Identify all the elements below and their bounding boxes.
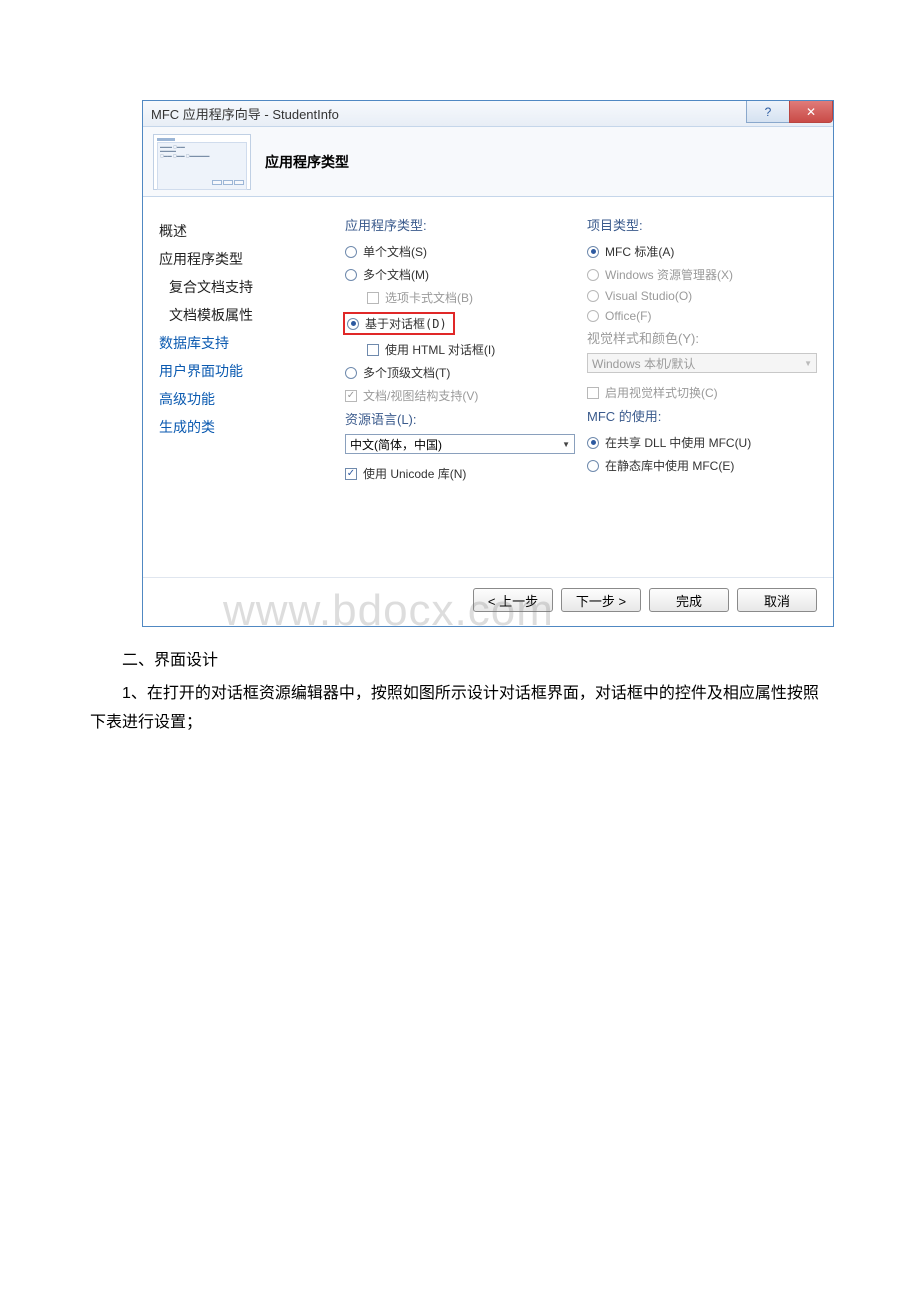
radio-icon (345, 269, 357, 281)
wizard-header: ▬▬▬ ▢▬▬▬▬▬▬▢▬▬ ▢▬▬ ▢▬▬▬▬▬ 应用程序类型 (143, 127, 833, 197)
wizard-dialog: MFC 应用程序向导 - StudentInfo ? ✕ ▬▬▬ ▢▬▬▬▬▬▬… (142, 100, 834, 627)
close-button[interactable]: ✕ (789, 101, 833, 123)
highlight-box: 基于对话框(D) (343, 312, 455, 335)
radio-icon (347, 318, 359, 330)
wizard-sidebar: 概述 应用程序类型 复合文档支持 文档模板属性 数据库支持 用户界面功能 高级功… (153, 213, 333, 551)
checkbox-icon (345, 468, 357, 480)
sidebar-item-apptype[interactable]: 应用程序类型 (153, 245, 333, 273)
help-button[interactable]: ? (746, 101, 790, 123)
chevron-down-icon: ▼ (562, 440, 570, 449)
radio-icon (587, 460, 599, 472)
radio-icon (587, 269, 599, 281)
right-column: 项目类型: MFC 标准(A) Windows 资源管理器(X) Visual … (581, 213, 823, 551)
radio-static-lib[interactable]: 在静态库中使用 MFC(E) (587, 454, 817, 477)
check-style-switch: 启用视觉样式切换(C) (587, 381, 817, 404)
radio-mfc-std[interactable]: MFC 标准(A) (587, 240, 817, 263)
radio-visual-studio: Visual Studio(O) (587, 286, 817, 306)
style-label: 视觉样式和颜色(Y): (587, 328, 817, 347)
radio-icon (587, 290, 599, 302)
wizard-page-title: 应用程序类型 (265, 152, 349, 172)
wizard-footer: www.bdocx.com < 上一步 下一步 > 完成 取消 (143, 577, 833, 626)
next-button[interactable]: 下一步 > (561, 588, 641, 612)
window-title: MFC 应用程序向导 - StudentInfo (151, 104, 339, 123)
radio-single-doc[interactable]: 单个文档(S) (345, 240, 575, 263)
radio-office: Office(F) (587, 306, 817, 326)
section-para: 1、在打开的对话框资源编辑器中，按照如图所示设计对话框界面，对话框中的控件及相应… (90, 680, 830, 738)
left-column: 应用程序类型: 单个文档(S) 多个文档(M) 选项卡式文档(B) (339, 213, 581, 551)
radio-multi-doc[interactable]: 多个文档(M) (345, 263, 575, 286)
close-icon: ✕ (806, 105, 816, 119)
checkbox-icon (345, 390, 357, 402)
radio-icon (345, 367, 357, 379)
titlebar: MFC 应用程序向导 - StudentInfo ? ✕ (143, 101, 833, 127)
radio-icon (587, 437, 599, 449)
check-doc-view: 文档/视图结构支持(V) (345, 384, 575, 407)
finish-button[interactable]: 完成 (649, 588, 729, 612)
proj-type-label: 项目类型: (587, 215, 817, 234)
chevron-down-icon: ▼ (804, 359, 812, 368)
style-combo: Windows 本机/默认 ▼ (587, 353, 817, 373)
sidebar-item-overview[interactable]: 概述 (153, 217, 333, 245)
section-heading: 二、界面设计 (90, 647, 830, 676)
radio-icon (345, 246, 357, 258)
checkbox-icon (587, 387, 599, 399)
app-type-label: 应用程序类型: (345, 215, 575, 234)
radio-icon (587, 246, 599, 258)
document-text: 二、界面设计 1、在打开的对话框资源编辑器中，按照如图所示设计对话框界面，对话框… (0, 627, 920, 737)
mfc-use-label: MFC 的使用: (587, 406, 817, 425)
back-button[interactable]: < 上一步 (473, 588, 553, 612)
radio-top-level[interactable]: 多个顶级文档(T) (345, 361, 575, 384)
sidebar-item-database[interactable]: 数据库支持 (153, 329, 333, 357)
check-use-html[interactable]: 使用 HTML 对话框(I) (345, 338, 575, 361)
radio-shared-dll[interactable]: 在共享 DLL 中使用 MFC(U) (587, 431, 817, 454)
res-lang-combo[interactable]: 中文(简体，中国) ▼ (345, 434, 575, 454)
sidebar-item-doctemplate[interactable]: 文档模板属性 (153, 301, 333, 329)
radio-win-explorer: Windows 资源管理器(X) (587, 263, 817, 286)
checkbox-icon (367, 344, 379, 356)
cancel-button[interactable]: 取消 (737, 588, 817, 612)
radio-icon (587, 310, 599, 322)
sidebar-item-compound[interactable]: 复合文档支持 (153, 273, 333, 301)
sidebar-item-advanced[interactable]: 高级功能 (153, 385, 333, 413)
check-tabbed-doc: 选项卡式文档(B) (345, 286, 575, 309)
radio-dialog-based-row[interactable]: 基于对话框(D) (345, 309, 575, 338)
sidebar-item-genclasses[interactable]: 生成的类 (153, 413, 333, 441)
help-icon: ? (765, 105, 772, 119)
wizard-thumbnail: ▬▬▬ ▢▬▬▬▬▬▬▢▬▬ ▢▬▬ ▢▬▬▬▬▬ (153, 134, 251, 190)
res-lang-label: 资源语言(L): (345, 409, 575, 428)
check-unicode[interactable]: 使用 Unicode 库(N) (345, 462, 575, 485)
sidebar-item-ui[interactable]: 用户界面功能 (153, 357, 333, 385)
checkbox-icon (367, 292, 379, 304)
